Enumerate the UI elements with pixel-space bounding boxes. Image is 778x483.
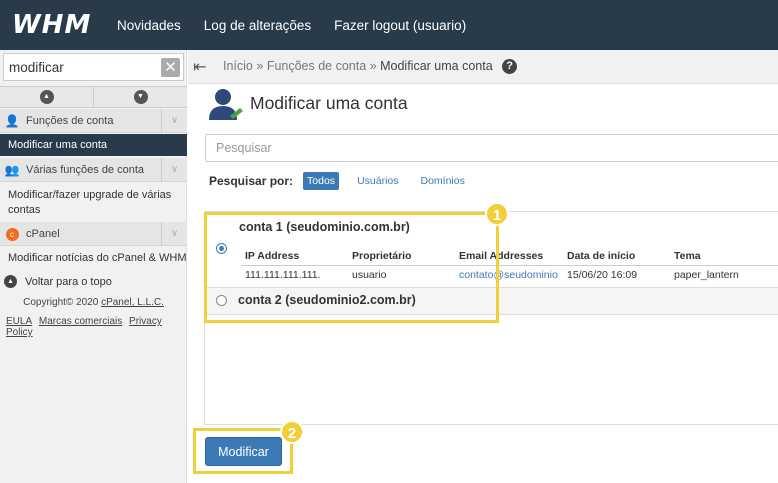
breadcrumb: Início » Funções de conta » Modificar um…	[223, 58, 518, 75]
sidebar-category-multi-account[interactable]: 👥 Várias funções de conta ∨	[0, 157, 187, 182]
filter-domains[interactable]: Domínios	[417, 172, 469, 190]
top-nav: Novidades Log de alterações Fazer logout…	[117, 18, 489, 33]
sidebar-item-cpanel-news[interactable]: Modificar notícias do cPanel & WHM	[0, 252, 187, 264]
chevron-down-icon[interactable]: ∨	[161, 157, 187, 182]
breadcrumb-section[interactable]: Funções de conta	[267, 59, 366, 73]
chevron-down-icon: ▼	[133, 90, 148, 104]
col-start-date: Data de início	[563, 248, 670, 266]
account-search-input[interactable]	[205, 134, 778, 162]
col-theme: Tema	[670, 248, 778, 266]
breadcrumb-home[interactable]: Início	[223, 59, 253, 73]
arrow-up-icon: ▲	[4, 275, 17, 288]
trademarks-link[interactable]: Marcas comerciais	[39, 316, 122, 327]
annotation-badge-2: 2	[280, 420, 304, 444]
breadcrumb-current: Modificar uma conta	[380, 58, 493, 73]
sidebar-search-box: ✕	[3, 53, 184, 81]
copyright: Copyright© 2020 cPanel, L.L.C.	[0, 297, 187, 308]
sidebar-search-input[interactable]	[4, 54, 154, 80]
copyright-prefix: Copyright© 2020	[23, 297, 102, 308]
nav-changelog[interactable]: Log de alterações	[204, 18, 311, 33]
search-filter-row: Pesquisar por: Todos Usuários Domínios	[209, 172, 483, 190]
cell-theme: paper_lantern	[674, 269, 739, 282]
cell-start-date: 15/06/20 16:09	[567, 269, 638, 282]
chevron-up-icon: ▲	[39, 90, 54, 104]
sidebar-category-cpanel[interactable]: c cPanel ∨	[0, 221, 187, 246]
scroll-down-button[interactable]: ▼	[93, 87, 187, 107]
copyright-company-link[interactable]: cPanel, L.L.C.	[101, 297, 164, 308]
chevron-down-icon[interactable]: ∨	[161, 108, 187, 133]
help-icon[interactable]: ?	[502, 59, 518, 75]
whm-logo[interactable]: WHM	[12, 10, 112, 40]
footer-links: EULA Marcas comerciais Privacy Policy	[6, 316, 186, 338]
sidebar-category-label: Funções de conta	[26, 114, 114, 127]
sidebar-category-account-functions[interactable]: 👤 Funções de conta ∨	[0, 108, 187, 133]
nav-novidades[interactable]: Novidades	[117, 18, 181, 33]
back-to-top-link[interactable]: ▲ Voltar para o topo	[0, 275, 187, 288]
cpanel-icon-wrap: c	[3, 226, 21, 241]
sidebar: ✕ ▲ ▼ 👤 Funções de conta ∨ Modificar uma…	[0, 50, 187, 483]
breadcrumb-bar: ⇤ Início » Funções de conta » Modificar …	[188, 50, 778, 84]
cpanel-icon: c	[5, 228, 19, 241]
annotation-highlight-1	[204, 212, 499, 323]
sidebar-category-label: cPanel	[26, 227, 60, 240]
sidebar-scroll-controls: ▲ ▼	[0, 86, 187, 108]
nav-logout[interactable]: Fazer logout (usuario)	[334, 18, 466, 33]
users-icon: 👥	[4, 162, 20, 177]
breadcrumb-separator: »	[369, 58, 377, 73]
filter-label: Pesquisar por:	[209, 174, 294, 188]
back-to-top-label: Voltar para o topo	[25, 275, 112, 288]
eula-link[interactable]: EULA	[6, 316, 32, 327]
user-icon: 👤	[4, 113, 20, 128]
scroll-up-button[interactable]: ▲	[0, 87, 93, 107]
sidebar-category-label: Várias funções de conta	[26, 163, 145, 176]
top-header: WHM Novidades Log de alterações Fazer lo…	[0, 0, 778, 50]
filter-users[interactable]: Usuários	[353, 172, 402, 190]
clear-search-icon[interactable]: ✕	[161, 58, 180, 77]
sidebar-item-modify-multi[interactable]: Modificar/fazer upgrade de várias contas	[0, 188, 180, 218]
breadcrumb-separator: »	[256, 58, 264, 73]
page-title: Modificar uma conta	[250, 93, 408, 113]
user-edit-icon	[209, 89, 243, 120]
sidebar-item-modify-account[interactable]: Modificar uma conta	[0, 134, 187, 156]
chevron-down-icon[interactable]: ∨	[161, 221, 187, 246]
menu-collapse-icon[interactable]: ⇤	[193, 57, 213, 77]
annotation-badge-1: 1	[485, 202, 509, 226]
filter-all[interactable]: Todos	[303, 172, 340, 190]
annotation-highlight-2	[193, 428, 293, 474]
